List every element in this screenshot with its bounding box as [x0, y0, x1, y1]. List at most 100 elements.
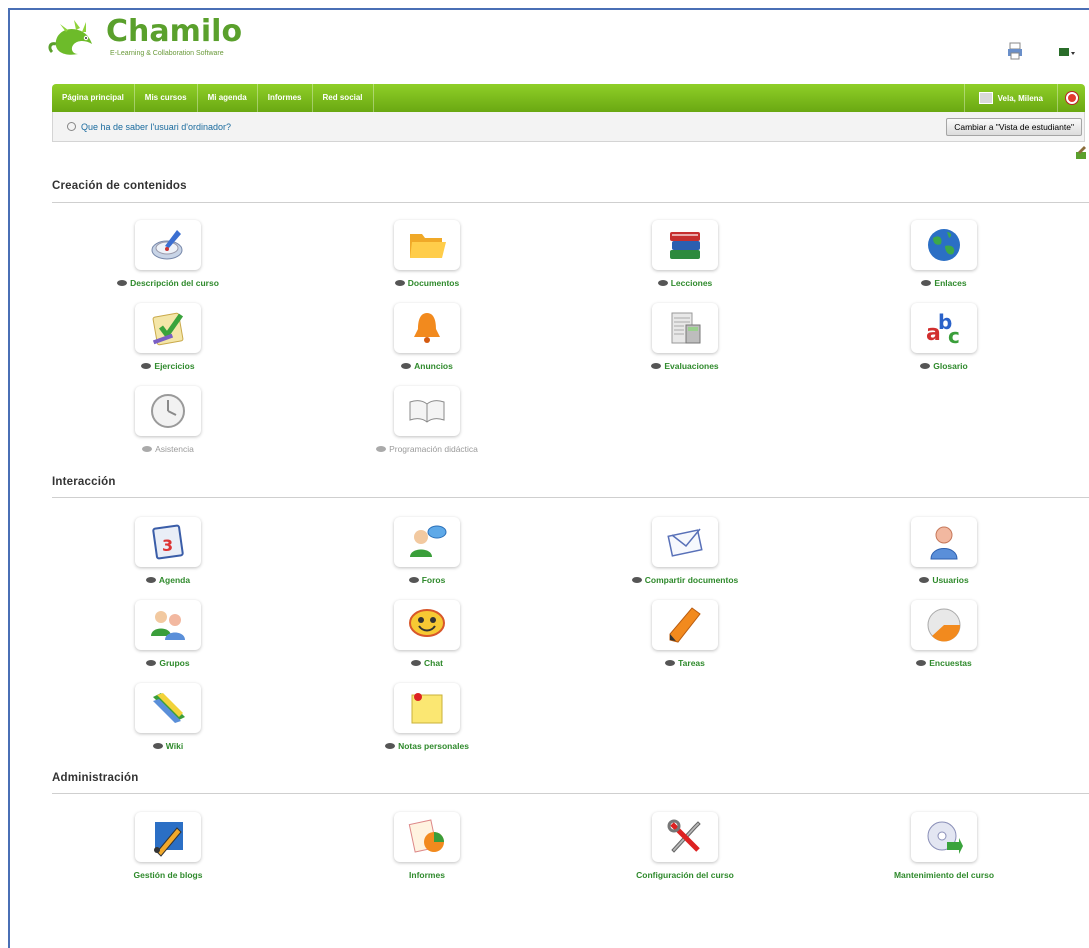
help-icon [67, 122, 76, 131]
note-icon [394, 683, 460, 733]
power-icon [1065, 92, 1078, 104]
tool-notebook[interactable]: Notas personales [317, 683, 537, 751]
svg-text:c: c [948, 324, 960, 348]
tool-chat[interactable]: Chat [317, 600, 537, 668]
visibility-icon[interactable] [145, 577, 156, 583]
visibility-icon[interactable] [408, 577, 419, 583]
chamilo-logo[interactable]: Chamilo E-Learning & Collaboration Softw… [46, 16, 242, 60]
tool-attendance[interactable]: Asistencia [58, 386, 278, 454]
visibility-icon[interactable] [916, 660, 927, 666]
svg-text:3: 3 [162, 536, 173, 555]
nav-my-agenda[interactable]: Mi agenda [198, 84, 258, 112]
nav-my-courses[interactable]: Mis cursos [135, 84, 198, 112]
course-subbar: Que ha de saber l'usuari d'ordinador? Ca… [52, 112, 1085, 142]
tool-glossary[interactable]: abc Glosario [834, 303, 1054, 371]
visibility-icon[interactable] [919, 577, 930, 583]
nav-home[interactable]: Página principal [52, 84, 135, 112]
tool-label: Enlaces [934, 278, 967, 288]
nav-social-network[interactable]: Red social [313, 84, 374, 112]
tool-surveys[interactable]: Encuestas [834, 600, 1054, 668]
tool-label: Informes [409, 870, 445, 880]
tool-course-settings[interactable]: Configuración del curso [575, 812, 795, 880]
print-icon[interactable] [1007, 42, 1023, 65]
tool-assignments[interactable]: Tareas [575, 600, 795, 668]
tool-exercises[interactable]: Ejercicios [58, 303, 278, 371]
bell-icon [394, 303, 460, 353]
page-frame [8, 8, 1089, 948]
visibility-icon[interactable] [142, 446, 153, 452]
visibility-icon[interactable] [385, 743, 396, 749]
tool-label: Agenda [158, 575, 191, 585]
tool-course-maintenance[interactable]: Mantenimiento del curso [834, 812, 1054, 880]
tool-label: Foros [421, 575, 446, 585]
tool-groups[interactable]: Grupos [58, 600, 278, 668]
section-title-administration: Administración [52, 772, 139, 784]
gradebook-icon [652, 303, 718, 353]
tool-label: Descripción del curso [130, 278, 219, 288]
tool-label: Glosario [933, 361, 968, 371]
tool-assessments[interactable]: Evaluaciones [575, 303, 795, 371]
visibility-icon[interactable] [657, 280, 668, 286]
visibility-icon[interactable] [631, 577, 642, 583]
calendar-icon: 3 [135, 517, 201, 567]
section-divider [52, 497, 1089, 498]
visibility-icon[interactable] [146, 660, 157, 666]
tool-label: Gestión de blogs [133, 870, 203, 880]
tool-label: Programación didáctica [389, 444, 478, 454]
visibility-icon[interactable] [665, 660, 676, 666]
language-flag-icon[interactable] [1059, 45, 1077, 63]
tool-reports[interactable]: Informes [317, 812, 537, 880]
logout-button[interactable] [1057, 84, 1085, 112]
visibility-icon[interactable] [920, 363, 931, 369]
group-icon [135, 600, 201, 650]
student-view-button[interactable]: Cambiar a "Vista de estudiante" [946, 118, 1082, 136]
tool-label: Notas personales [398, 741, 469, 751]
edit-icon[interactable] [1075, 146, 1087, 160]
tool-documents[interactable]: Documentos [317, 220, 537, 288]
section-divider [52, 793, 1089, 794]
visibility-icon[interactable] [141, 363, 152, 369]
tool-dropbox[interactable]: Compartir documentos [575, 517, 795, 585]
tool-label: Compartir documentos [644, 575, 739, 585]
survey-icon [911, 600, 977, 650]
pencil-icon [652, 600, 718, 650]
visibility-icon[interactable] [401, 363, 412, 369]
tool-announcements[interactable]: Anuncios [317, 303, 537, 371]
logo-wordmark: Chamilo [106, 14, 243, 49]
maintenance-icon [911, 812, 977, 862]
top-right-tools [1007, 42, 1077, 65]
tool-lessons[interactable]: Lecciones [575, 220, 795, 288]
main-navbar: Página principal Mis cursos Mi agenda In… [52, 84, 1085, 112]
tool-label: Evaluaciones [664, 361, 719, 371]
tool-course-description[interactable]: Descripción del curso [58, 220, 278, 288]
blog-admin-icon [135, 812, 201, 862]
globe-icon [911, 220, 977, 270]
envelope-icon [652, 517, 718, 567]
help-link[interactable]: Que ha de saber l'usuari d'ordinador? [67, 122, 231, 132]
tool-course-progress[interactable]: Programación didáctica [317, 386, 537, 454]
books-icon [652, 220, 718, 270]
visibility-icon[interactable] [921, 280, 932, 286]
tool-forums[interactable]: Foros [317, 517, 537, 585]
tool-links[interactable]: Enlaces [834, 220, 1054, 288]
tool-blog-management[interactable]: Gestión de blogs [58, 812, 278, 880]
tool-label: Encuestas [929, 658, 972, 668]
logo-tagline: E-Learning & Collaboration Software [110, 50, 224, 57]
chat-icon [394, 600, 460, 650]
visibility-icon[interactable] [117, 280, 128, 286]
visibility-icon[interactable] [376, 446, 387, 452]
visibility-icon[interactable] [651, 363, 662, 369]
tool-agenda[interactable]: 3 Agenda [58, 517, 278, 585]
visibility-icon[interactable] [152, 743, 163, 749]
tool-label: Mantenimiento del curso [893, 870, 995, 880]
tool-users[interactable]: Usuarios [834, 517, 1054, 585]
user-menu[interactable]: Vela, Milena [963, 84, 1057, 112]
tool-label: Chat [424, 658, 443, 668]
nav-reports[interactable]: Informes [258, 84, 313, 112]
tool-wiki[interactable]: Wiki [58, 683, 278, 751]
quiz-icon [135, 303, 201, 353]
chameleon-logo-icon [46, 16, 104, 60]
tool-label: Lecciones [670, 278, 713, 288]
visibility-icon[interactable] [411, 660, 422, 666]
visibility-icon[interactable] [394, 280, 405, 286]
